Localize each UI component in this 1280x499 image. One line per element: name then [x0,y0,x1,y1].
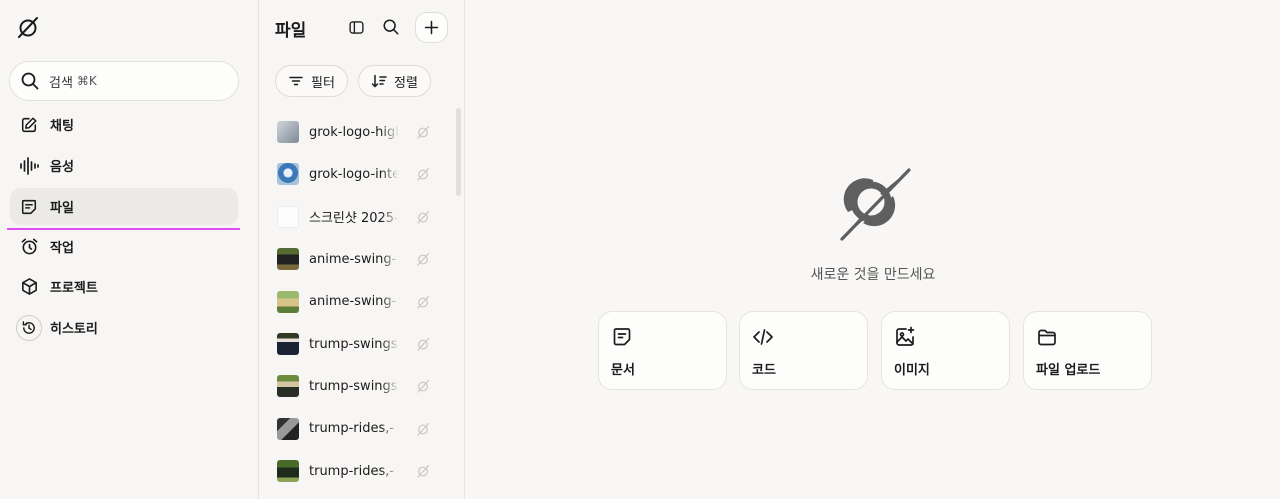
sidebar-item-label: 프로젝트 [50,281,98,296]
card-label: 문서 [611,363,635,378]
file-thumbnail [277,163,299,186]
sidebar-item-label: 음성 [50,160,74,175]
grok-mark-icon [416,124,430,139]
files-search-button[interactable] [379,15,403,39]
create-image-card[interactable]: 이미지 [881,311,1010,390]
file-thumbnail [277,290,299,313]
sidebar-item-tasks[interactable]: 작업 [10,228,238,265]
files-title: 파일 [275,21,307,41]
sidebar-item-chat[interactable]: 채팅 [10,106,238,143]
search-icon [20,71,40,91]
upload-file-card[interactable]: 파일 업로드 [1023,311,1152,390]
sidebar-item-files[interactable]: 파일 [10,188,238,225]
alarm-clock-icon [19,237,39,257]
file-list-item[interactable]: anime-swing- [277,287,447,317]
file-list-item[interactable]: 스크린샷 2025-08 [277,202,447,232]
sidebar-item-history[interactable]: 히스토리 [10,309,238,346]
sidebar-panel-icon [348,20,364,34]
filter-label: 필터 [311,75,335,91]
grok-mark-icon [416,336,430,351]
sidebar: 검색 ⌘K 채팅 음성 파일 작업 프로젝트 히스토리 [0,0,259,499]
file-list-item[interactable]: grok-logo-high [277,117,447,147]
filter-button[interactable]: 필터 [275,65,348,97]
box-icon [19,277,39,297]
file-thumbnail [277,121,299,143]
main-area: 새로운 것을 만드세요 문서 코드 이미지 파일 업로드 [465,0,1280,499]
search-shortcut: ⌘K [76,74,97,88]
grok-mark-icon [416,166,430,181]
card-label: 이미지 [894,363,930,378]
file-list-item[interactable]: trump-swings [277,329,447,359]
app-window: 검색 ⌘K 채팅 음성 파일 작업 프로젝트 히스토리 파일 필터 정렬 gro… [0,0,1280,499]
file-list-item[interactable]: anime-swing- [277,244,447,274]
file-name: grok-logo-intel [309,166,399,182]
file-name: trump-swings [309,336,398,352]
toggle-sidebar-button[interactable] [344,15,368,39]
sidebar-item-label: 파일 [50,201,74,216]
file-name: 스크린샷 2025-08 [309,211,399,227]
file-icon [19,197,39,217]
waveform-icon [19,156,39,176]
files-scrollbar[interactable] [456,108,461,196]
file-thumbnail [277,248,299,271]
plus-icon [424,20,439,35]
tagline: 새로운 것을 만드세요 [810,267,936,283]
card-label: 코드 [752,363,776,378]
create-code-card[interactable]: 코드 [739,311,868,390]
grok-logo-icon [835,168,913,242]
folder-icon [1036,326,1058,348]
grok-logo-icon[interactable] [16,15,40,39]
file-name: trump-swings [309,378,398,394]
search-button[interactable]: 검색 ⌘K [9,61,239,101]
document-icon [611,326,633,348]
file-name: anime-swing- [309,294,397,310]
sidebar-item-label: 채팅 [50,119,74,134]
file-list-item[interactable]: trump-swings [277,371,447,401]
sort-button[interactable]: 정렬 [358,65,431,97]
file-name: trump-rides,- [309,421,395,437]
sidebar-item-label: 히스토리 [50,322,98,337]
create-document-card[interactable]: 문서 [598,311,727,390]
code-icon [752,326,774,348]
history-icon [16,314,42,341]
file-name: trump-rides,- [309,463,395,479]
image-sparkle-icon [894,326,916,348]
file-list-item[interactable]: trump-rides,- [277,456,447,486]
sidebar-item-label: 작업 [50,241,74,256]
file-list-item[interactable]: trump-rides,- [277,414,447,444]
edit-icon [19,115,39,135]
grok-mark-icon [416,421,430,436]
files-panel: 파일 필터 정렬 grok-logo-high grok-logo-intel 스크… [259,0,465,499]
search-label: 검색 [49,75,73,91]
grok-mark-icon [416,251,430,266]
file-thumbnail [277,333,299,355]
sort-icon [371,73,387,89]
grok-mark-icon [416,209,430,224]
sidebar-item-voice[interactable]: 음성 [10,147,238,184]
sort-label: 정렬 [394,75,418,91]
new-file-button[interactable] [415,12,448,43]
grok-mark-icon [416,463,430,478]
file-thumbnail [277,205,299,228]
grok-mark-icon [416,378,430,393]
card-label: 파일 업로드 [1036,363,1101,378]
search-icon [383,19,399,35]
file-thumbnail [277,417,299,440]
file-thumbnail [277,460,299,483]
sidebar-item-projects[interactable]: 프로젝트 [10,268,238,305]
file-name: grok-logo-high [309,124,399,140]
grok-mark-icon [416,294,430,309]
file-name: anime-swing- [309,251,397,267]
file-thumbnail [277,375,299,398]
filter-icon [288,73,304,89]
file-list-item[interactable]: grok-logo-intel [277,159,447,189]
